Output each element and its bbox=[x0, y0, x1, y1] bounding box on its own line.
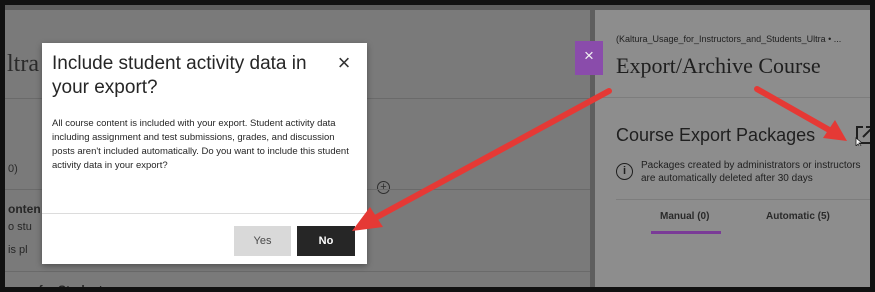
export-open-icon[interactable] bbox=[854, 124, 875, 146]
count-fragment: 0) bbox=[8, 163, 18, 175]
info-text: Packages created by administrators or in… bbox=[641, 160, 861, 184]
dialog-title: Include student activity data in your ex… bbox=[52, 53, 307, 98]
no-button[interactable]: No bbox=[297, 226, 355, 256]
content-row-meta: is pl bbox=[8, 244, 28, 256]
panel-title: Export/Archive Course bbox=[616, 53, 821, 78]
panel-breadcrumb: (Kaltura_Usage_for_Instructors_and_Stude… bbox=[616, 34, 842, 44]
content-row-title[interactable]: sage for Students bbox=[8, 283, 109, 287]
content-row-subtitle: o stu bbox=[8, 221, 32, 233]
dialog-body: All course content is included with your… bbox=[52, 118, 349, 171]
divider bbox=[5, 271, 590, 272]
course-title-fragment: ltra bbox=[7, 51, 39, 77]
divider bbox=[616, 199, 870, 200]
selected-tab-indicator bbox=[651, 231, 721, 234]
screenshot-frame: ltra 0) + onten o stu is pl sage for Stu… bbox=[0, 0, 875, 292]
divider bbox=[42, 213, 367, 214]
close-icon[interactable]: × bbox=[334, 52, 354, 74]
export-packages-heading: Course Export Packages bbox=[616, 125, 816, 145]
add-content-icon[interactable]: + bbox=[377, 181, 390, 194]
tab-automatic[interactable]: Automatic (5) bbox=[766, 211, 830, 222]
mouse-cursor-icon bbox=[855, 137, 864, 146]
close-icon: × bbox=[584, 46, 594, 65]
content-row-title[interactable]: onten bbox=[8, 202, 41, 216]
tab-manual[interactable]: Manual (0) bbox=[660, 211, 709, 222]
include-activity-dialog: Include student activity data in your ex… bbox=[42, 43, 367, 264]
panel-close-button[interactable]: × bbox=[575, 41, 603, 75]
yes-button[interactable]: Yes bbox=[234, 226, 291, 256]
divider bbox=[595, 97, 870, 98]
info-icon: i bbox=[616, 163, 633, 180]
